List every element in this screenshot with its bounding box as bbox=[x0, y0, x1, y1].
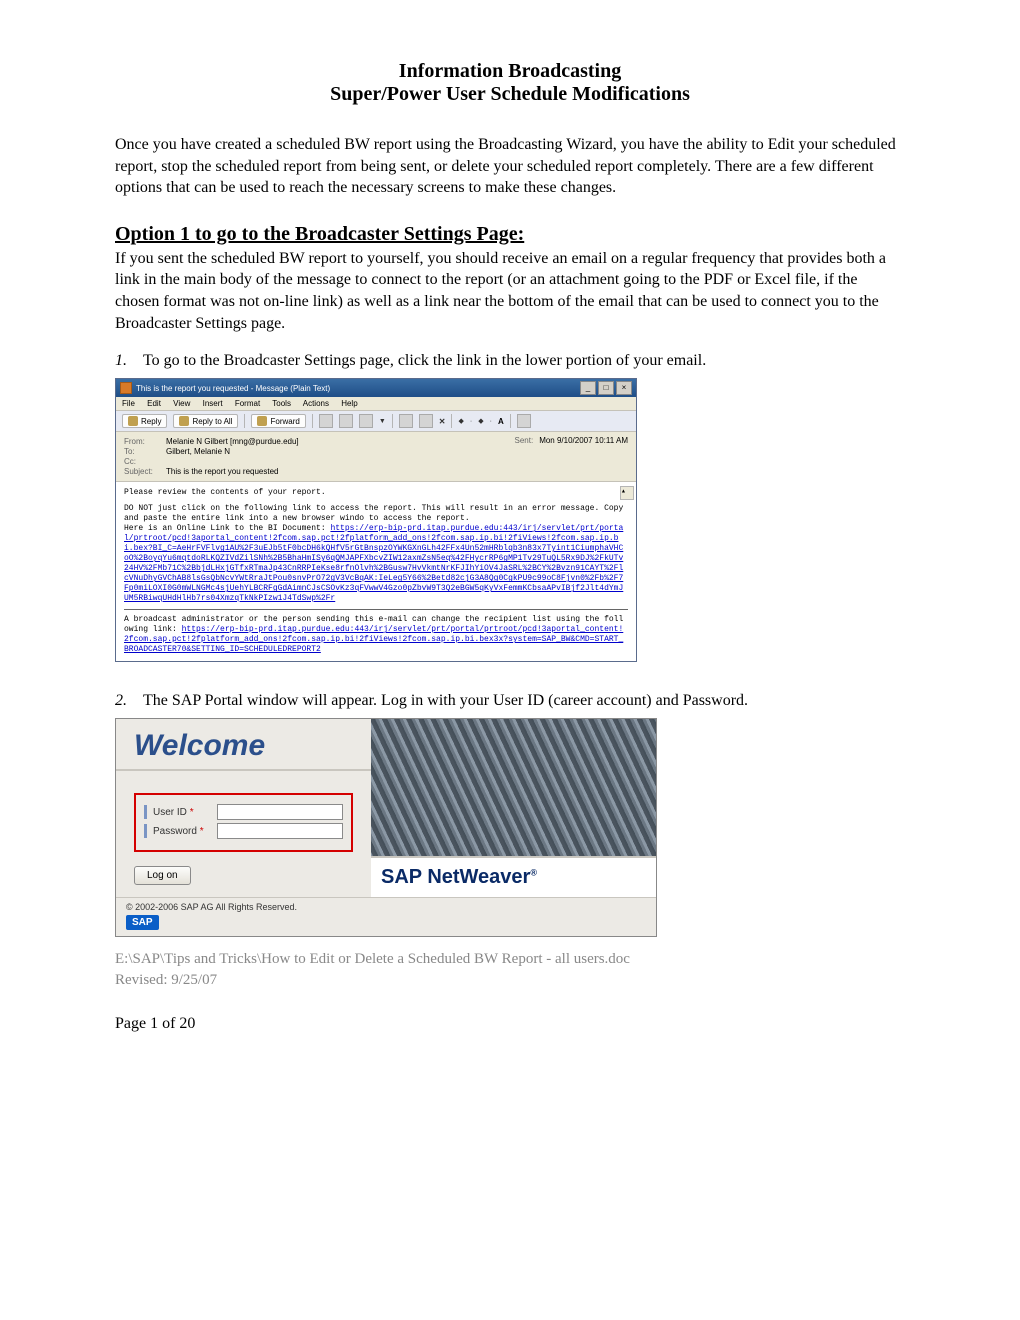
email-menu-bar: File Edit View Insert Format Tools Actio… bbox=[116, 397, 636, 411]
password-input[interactable] bbox=[217, 823, 343, 839]
step-2: 2. The SAP Portal window will appear. Lo… bbox=[115, 692, 905, 710]
copyright-text: © 2002-2006 SAP AG All Rights Reserved. bbox=[126, 902, 646, 912]
sap-footer: © 2002-2006 SAP AG All Rights Reserved. … bbox=[116, 897, 656, 936]
font-size-label: A bbox=[498, 417, 504, 426]
doc-revised-date: Revised: 9/25/07 bbox=[115, 972, 905, 989]
email-screenshot: This is the report you requested - Messa… bbox=[115, 378, 637, 662]
forward-button[interactable]: Forward bbox=[251, 414, 305, 428]
delete-icon[interactable]: ✕ bbox=[439, 417, 446, 426]
from-label: From: bbox=[124, 437, 166, 446]
maximize-button[interactable]: □ bbox=[598, 381, 614, 395]
to-label: To: bbox=[124, 447, 166, 456]
menu-actions[interactable]: Actions bbox=[303, 399, 329, 408]
reply-all-button[interactable]: Reply to All bbox=[173, 414, 238, 428]
menu-tools[interactable]: Tools bbox=[272, 399, 291, 408]
next-icon[interactable]: ◆ bbox=[478, 417, 483, 425]
reply-button[interactable]: Reply bbox=[122, 414, 167, 428]
dropdown-icon[interactable]: ▼ bbox=[379, 418, 386, 425]
step-text: To go to the Broadcaster Settings page, … bbox=[143, 352, 905, 370]
logon-button[interactable]: Log on bbox=[134, 866, 191, 885]
user-id-input[interactable] bbox=[217, 804, 343, 820]
to-value: Gilbert, Melanie N bbox=[166, 447, 230, 456]
flag-icon[interactable] bbox=[399, 414, 413, 428]
doc-file-path: E:\SAP\Tips and Tricks\How to Edit or De… bbox=[115, 951, 905, 968]
close-button[interactable]: × bbox=[616, 381, 632, 395]
minimize-button[interactable]: _ bbox=[580, 381, 596, 395]
reply-icon bbox=[128, 416, 138, 426]
menu-insert[interactable]: Insert bbox=[203, 399, 223, 408]
highlight-login-fields: User ID * Password * bbox=[134, 793, 353, 852]
doc-title-2: Super/Power User Schedule Modifications bbox=[115, 83, 905, 106]
email-toolbar: Reply Reply to All Forward ▼ ✕ ◆ · ◆ · A bbox=[116, 411, 636, 432]
help-icon[interactable] bbox=[517, 414, 531, 428]
prev-icon[interactable]: ◆ bbox=[458, 417, 463, 425]
decorative-image: SAP NetWeaver® bbox=[371, 719, 656, 897]
subject-label: Subject: bbox=[124, 467, 166, 476]
reply-all-icon bbox=[179, 416, 189, 426]
email-line: A broadcast administrator or the person … bbox=[124, 615, 628, 655]
menu-view[interactable]: View bbox=[173, 399, 190, 408]
menu-help[interactable]: Help bbox=[341, 399, 357, 408]
page-number: Page 1 of 20 bbox=[115, 1015, 905, 1033]
step-1: 1. To go to the Broadcaster Settings pag… bbox=[115, 352, 905, 370]
folder-icon[interactable] bbox=[419, 414, 433, 428]
menu-edit[interactable]: Edit bbox=[147, 399, 161, 408]
step-text: The SAP Portal window will appear. Log i… bbox=[143, 692, 905, 710]
sap-netweaver-logo: SAP NetWeaver® bbox=[371, 856, 656, 897]
email-titlebar: This is the report you requested - Messa… bbox=[116, 379, 636, 397]
welcome-heading: Welcome bbox=[116, 719, 371, 771]
email-app-icon bbox=[120, 382, 132, 394]
copy-icon[interactable] bbox=[339, 414, 353, 428]
section-body: If you sent the scheduled BW report to y… bbox=[115, 248, 905, 334]
user-id-field: User ID * bbox=[144, 804, 343, 820]
email-headers: Sent: Mon 9/10/2007 10:11 AM From:Melanie… bbox=[116, 432, 636, 481]
report-link[interactable]: https://erp-bip-prd.itap.purdue.edu:443/… bbox=[124, 524, 623, 603]
move-icon[interactable] bbox=[359, 414, 373, 428]
email-line: Please review the contents of your repor… bbox=[124, 488, 628, 498]
password-field: Password * bbox=[144, 823, 343, 839]
sent-label: Sent: bbox=[515, 436, 534, 445]
sent-value: Mon 9/10/2007 10:11 AM bbox=[539, 436, 628, 445]
sap-logo: SAP bbox=[126, 915, 159, 930]
section-heading: Option 1 to go to the Broadcaster Settin… bbox=[115, 223, 905, 246]
sap-login-screenshot: Welcome User ID * Password * Log on bbox=[115, 718, 657, 937]
intro-paragraph: Once you have created a scheduled BW rep… bbox=[115, 134, 905, 199]
broadcaster-settings-link[interactable]: https://erp-bip-prd.itap.purdue.edu:443/… bbox=[124, 625, 623, 654]
subject-value: This is the report you requested bbox=[166, 467, 279, 476]
step-number: 1. bbox=[115, 352, 143, 370]
forward-icon bbox=[257, 416, 267, 426]
from-value: Melanie N Gilbert [mng@purdue.edu] bbox=[166, 437, 299, 446]
doc-title-1: Information Broadcasting bbox=[115, 60, 905, 83]
print-icon[interactable] bbox=[319, 414, 333, 428]
cc-label: Cc: bbox=[124, 457, 166, 466]
menu-format[interactable]: Format bbox=[235, 399, 260, 408]
email-line: Here is an Online Link to the BI Documen… bbox=[124, 524, 628, 604]
menu-file[interactable]: File bbox=[122, 399, 135, 408]
step-number: 2. bbox=[115, 692, 143, 710]
email-window-title: This is the report you requested - Messa… bbox=[136, 384, 330, 393]
email-body: ▴ Please review the contents of your rep… bbox=[116, 481, 636, 661]
scroll-up-icon[interactable]: ▴ bbox=[620, 486, 634, 500]
email-line: DO NOT just click on the following link … bbox=[124, 504, 628, 524]
